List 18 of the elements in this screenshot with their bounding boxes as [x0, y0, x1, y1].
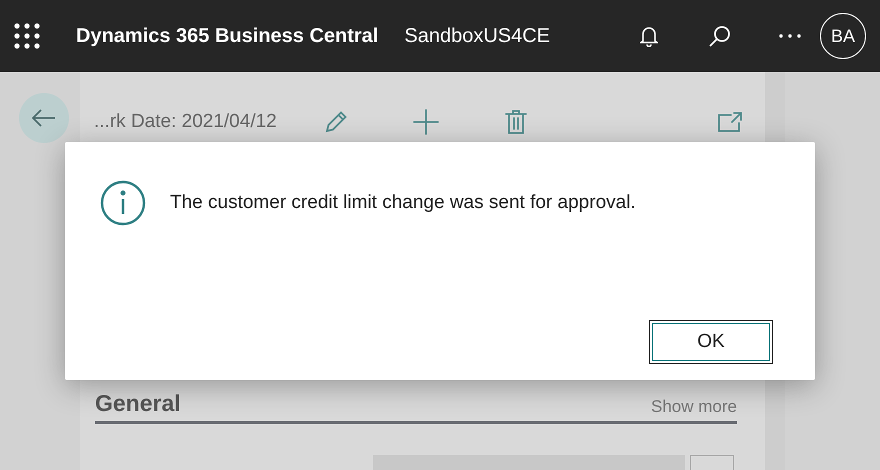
info-icon — [100, 180, 146, 226]
field-button[interactable] — [690, 455, 734, 470]
app-launcher-icon[interactable] — [14, 23, 40, 49]
bell-icon[interactable] — [640, 25, 658, 47]
page-title: ...rk Date: 2021/04/12 — [94, 111, 277, 133]
ok-button[interactable]: OK — [649, 320, 773, 364]
trash-icon[interactable] — [504, 109, 527, 135]
environment-name: SandboxUS4CE — [404, 24, 550, 48]
more-icon[interactable] — [778, 33, 802, 39]
back-button[interactable] — [19, 93, 69, 143]
dialog-message: The customer credit limit change was sent for approval. — [170, 192, 636, 214]
user-avatar[interactable]: BA — [820, 13, 866, 59]
section-title: General — [95, 390, 181, 417]
search-icon[interactable] — [708, 24, 732, 48]
plus-icon[interactable] — [412, 109, 439, 135]
open-new-window-icon[interactable] — [716, 111, 743, 133]
back-arrow-icon — [32, 109, 56, 127]
app-title: Dynamics 365 Business Central — [76, 24, 378, 48]
